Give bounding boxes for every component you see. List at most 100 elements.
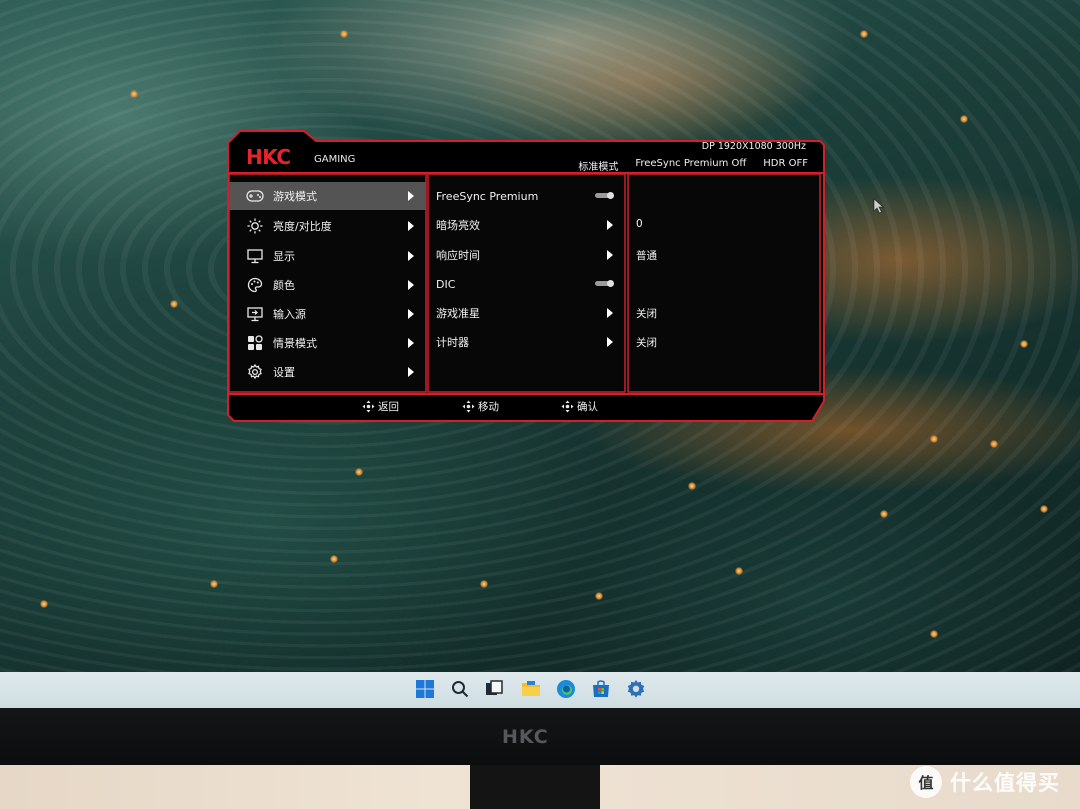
monitor-bezel: HKC [0, 708, 1080, 765]
menu-item-label: 情景模式 [273, 337, 317, 350]
menu-item-color[interactable]: 颜色 [229, 271, 426, 299]
mouse-cursor-icon [873, 198, 885, 214]
wallpaper-sparkle [960, 115, 968, 123]
wallpaper-sparkle [355, 468, 363, 476]
edge-browser-icon[interactable] [555, 678, 577, 700]
wallpaper-sparkle [688, 482, 696, 490]
chevron-right-icon [408, 309, 414, 319]
value-column: 0 普通 关闭 关闭 [628, 174, 820, 392]
chevron-right-icon [408, 251, 414, 261]
picture-mode-status: 标准模式 [578, 162, 619, 173]
menu-item-display[interactable]: 显示 [229, 242, 426, 270]
submenu-item-label: 响应时间 [436, 249, 480, 262]
chevron-right-icon [607, 250, 613, 260]
input-icon [246, 305, 264, 323]
submenu-item-dark-boost[interactable]: 暗场亮效 [428, 211, 625, 239]
monitor-stand [470, 765, 600, 809]
wallpaper-sparkle [210, 580, 218, 588]
joystick-icon [462, 400, 475, 413]
submenu-item-label: DIC [436, 277, 456, 291]
osd-footer: 返回 移动 确认 [229, 395, 819, 419]
menu-item-label: 设置 [273, 366, 295, 379]
chevron-right-icon [607, 220, 613, 230]
wallpaper-sparkle [170, 300, 178, 308]
wallpaper-sparkle [880, 510, 888, 518]
chevron-right-icon [408, 367, 414, 377]
menu-item-label: 显示 [273, 250, 295, 263]
wallpaper-sparkle [480, 580, 488, 588]
submenu-item-timer[interactable]: 计时器 [428, 328, 625, 356]
menu-item-settings[interactable]: 设置 [229, 358, 426, 386]
crosshair-value: 关闭 [636, 308, 657, 320]
back-label: 返回 [378, 401, 399, 413]
monitor-icon [246, 247, 264, 265]
menu-item-label: 颜色 [273, 279, 295, 292]
wallpaper-sparkle [40, 600, 48, 608]
wallpaper-sparkle [340, 30, 348, 38]
osd-menu: HKC GAMING DP 1920X1080 300Hz 标准模式 FreeS… [224, 129, 826, 427]
osd-brand-logo: HKC [246, 145, 291, 169]
menu-item-label: 游戏模式 [273, 190, 317, 203]
submenu-item-label: FreeSync Premium [436, 189, 539, 203]
chevron-right-icon [408, 280, 414, 290]
settings-icon[interactable] [625, 678, 647, 700]
submenu-item-freesync-premium[interactable]: FreeSync Premium [428, 182, 625, 210]
submenu-item-label: 游戏准星 [436, 307, 480, 320]
submenu-item-label: 计时器 [436, 336, 469, 349]
search-icon[interactable] [449, 678, 471, 700]
status-bar: 标准模式 FreeSync Premium Off HDR OFF [578, 158, 808, 173]
joystick-icon [561, 400, 574, 413]
gear-icon [246, 363, 264, 381]
bezel-brand-logo: HKC [502, 726, 549, 748]
confirm-label: 确认 [577, 401, 598, 413]
response-time-value: 普通 [636, 250, 657, 262]
hdr-status: HDR OFF [763, 158, 808, 169]
chevron-right-icon [607, 337, 613, 347]
move-hint[interactable]: 移动 [462, 399, 499, 414]
submenu-item-crosshair[interactable]: 游戏准星 [428, 299, 625, 327]
back-hint[interactable]: 返回 [362, 399, 399, 414]
chevron-right-icon [408, 191, 414, 201]
site-watermark: 值 什么值得买 [910, 764, 1060, 800]
chevron-right-icon [607, 308, 613, 318]
wallpaper-sparkle [1040, 505, 1048, 513]
dic-toggle[interactable] [595, 280, 614, 287]
osd-series-label: GAMING [314, 154, 356, 165]
wallpaper-sparkle [595, 592, 603, 600]
windows-taskbar [0, 672, 1080, 708]
wallpaper-sparkle [860, 30, 868, 38]
freesync-toggle[interactable] [595, 192, 614, 199]
dark-boost-value: 0 [636, 218, 643, 230]
menu-item-brightness-contrast[interactable]: 亮度/对比度 [229, 212, 426, 240]
store-icon[interactable] [590, 678, 612, 700]
gamepad-icon [246, 187, 264, 205]
menu-item-input-source[interactable]: 输入源 [229, 300, 426, 328]
brightness-icon [246, 217, 264, 235]
watermark-text: 什么值得买 [950, 771, 1060, 795]
submenu: FreeSync Premium 暗场亮效 响应时间 DIC 游戏准星 计时器 [428, 174, 625, 392]
windows-start-icon[interactable] [414, 678, 436, 700]
joystick-icon [362, 400, 375, 413]
file-explorer-icon[interactable] [520, 678, 542, 700]
menu-item-label: 亮度/对比度 [273, 220, 332, 233]
main-menu: 游戏模式 亮度/对比度 显示 颜色 输入源 情景模式 设置 [229, 174, 426, 392]
wallpaper-sparkle [1020, 340, 1028, 348]
confirm-hint[interactable]: 确认 [561, 399, 598, 414]
submenu-item-label: 暗场亮效 [436, 219, 480, 232]
menu-item-scene-mode[interactable]: 情景模式 [229, 329, 426, 357]
menu-item-game-mode[interactable]: 游戏模式 [229, 182, 426, 210]
timer-value: 关闭 [636, 337, 657, 349]
wallpaper-sparkle [990, 440, 998, 448]
submenu-item-dic[interactable]: DIC [428, 270, 625, 298]
wallpaper-sparkle [930, 435, 938, 443]
move-label: 移动 [478, 401, 499, 413]
freesync-status: FreeSync Premium Off [635, 158, 747, 169]
menu-item-label: 输入源 [273, 308, 306, 321]
scene-icon [246, 334, 264, 352]
palette-icon [246, 276, 264, 294]
wallpaper-sparkle [930, 630, 938, 638]
watermark-logo-icon: 值 [910, 766, 942, 798]
task-view-icon[interactable] [483, 678, 505, 700]
submenu-item-response-time[interactable]: 响应时间 [428, 241, 625, 269]
chevron-right-icon [408, 221, 414, 231]
